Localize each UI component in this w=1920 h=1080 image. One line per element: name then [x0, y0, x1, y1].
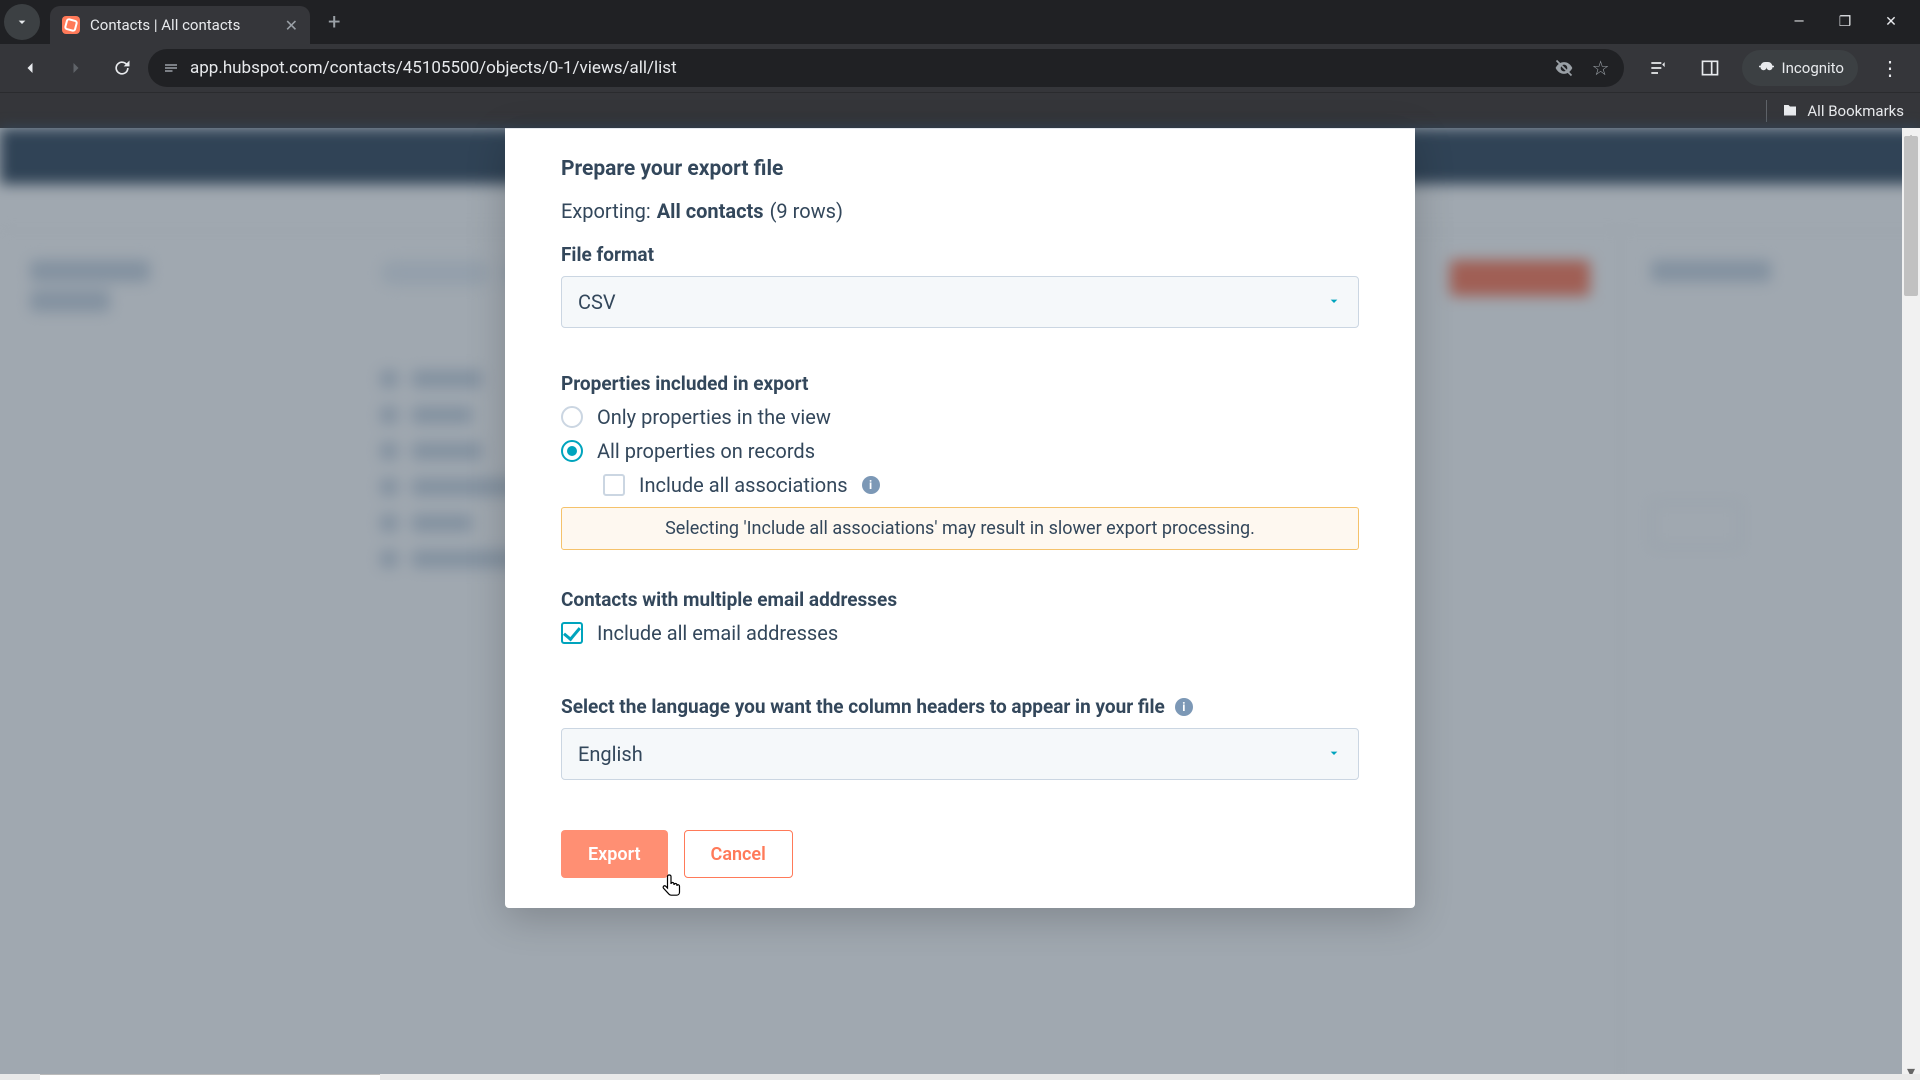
vertical-scrollbar[interactable]: ▴ ▾ [1902, 128, 1920, 1080]
close-tab-icon[interactable]: ✕ [285, 16, 298, 35]
site-info-icon[interactable] [162, 59, 180, 77]
file-format-label: File format [561, 243, 1359, 266]
reading-list-icon[interactable] [1638, 48, 1678, 88]
language-label: Select the language you want the column … [561, 695, 1359, 718]
modal-heading: Prepare your export file [561, 157, 1359, 181]
exporting-rows: (9 rows) [770, 199, 843, 223]
browser-tab[interactable]: Contacts | All contacts ✕ [50, 6, 310, 44]
side-panel-icon[interactable] [1690, 48, 1730, 88]
caret-down-icon [1326, 742, 1342, 766]
checkbox-icon [603, 474, 625, 496]
exporting-summary: Exporting: All contacts (9 rows) [561, 199, 1359, 223]
warning-text: Selecting 'Include all associations' may… [665, 518, 1255, 539]
properties-label: Properties included in export [561, 372, 1359, 395]
language-value: English [578, 742, 643, 766]
browser-chrome: Contacts | All contacts ✕ + — ❐ ✕ app.hu… [0, 0, 1920, 128]
hubspot-favicon-icon [62, 16, 80, 34]
incognito-chip[interactable]: Incognito [1742, 50, 1858, 86]
divider [1766, 100, 1767, 122]
minimize-icon[interactable]: — [1790, 14, 1808, 30]
new-tab-button[interactable]: + [320, 10, 348, 35]
address-bar[interactable]: app.hubspot.com/contacts/45105500/object… [148, 49, 1624, 87]
back-button[interactable] [10, 48, 50, 88]
tab-title: Contacts | All contacts [90, 16, 240, 34]
all-bookmarks-button[interactable]: All Bookmarks [1781, 102, 1904, 120]
radio-icon [561, 406, 583, 428]
taskbar-sliver [0, 1074, 1920, 1080]
close-window-icon[interactable]: ✕ [1882, 14, 1900, 30]
cancel-button-label: Cancel [711, 844, 766, 865]
include-all-emails-label: Include all email addresses [597, 621, 838, 645]
divider [505, 128, 1415, 129]
url-text: app.hubspot.com/contacts/45105500/object… [190, 58, 677, 78]
associations-warning: Selecting 'Include all associations' may… [561, 507, 1359, 550]
export-button-label: Export [588, 844, 641, 865]
page-viewport: Prepare your export file Exporting: All … [0, 128, 1920, 1080]
window-controls: — ❐ ✕ [1790, 14, 1920, 30]
file-format-select[interactable]: CSV [561, 276, 1359, 328]
language-select[interactable]: English [561, 728, 1359, 780]
include-associations-checkbox[interactable]: Include all associations i [603, 473, 1359, 497]
scrollbar-thumb[interactable] [1904, 136, 1918, 296]
file-format-value: CSV [578, 290, 616, 314]
radio-all-records-label: All properties on records [597, 439, 815, 463]
radio-only-view-label: Only properties in the view [597, 405, 831, 429]
forward-button[interactable] [56, 48, 96, 88]
multi-email-label: Contacts with multiple email addresses [561, 588, 1359, 611]
exporting-name: All contacts [657, 199, 764, 223]
caret-down-icon [1326, 290, 1342, 314]
info-icon[interactable]: i [862, 476, 880, 494]
tab-search-button[interactable] [4, 4, 40, 40]
export-button[interactable]: Export [561, 830, 668, 878]
radio-only-view[interactable]: Only properties in the view [561, 405, 1359, 429]
eye-off-icon[interactable] [1554, 58, 1574, 78]
radio-all-records[interactable]: All properties on records [561, 439, 1359, 463]
cancel-button[interactable]: Cancel [684, 830, 793, 878]
incognito-label: Incognito [1782, 59, 1844, 77]
info-icon[interactable]: i [1175, 698, 1193, 716]
export-modal: Prepare your export file Exporting: All … [505, 128, 1415, 908]
checkbox-checked-icon [561, 622, 583, 644]
reload-button[interactable] [102, 48, 142, 88]
kebab-menu-icon[interactable]: ⋮ [1870, 48, 1910, 88]
exporting-label: Exporting: [561, 199, 651, 223]
all-bookmarks-label: All Bookmarks [1807, 102, 1904, 120]
include-all-emails-checkbox[interactable]: Include all email addresses [561, 621, 1359, 645]
maximize-icon[interactable]: ❐ [1836, 14, 1854, 30]
include-associations-label: Include all associations [639, 473, 848, 497]
star-icon[interactable]: ☆ [1592, 56, 1610, 80]
radio-selected-icon [561, 440, 583, 462]
